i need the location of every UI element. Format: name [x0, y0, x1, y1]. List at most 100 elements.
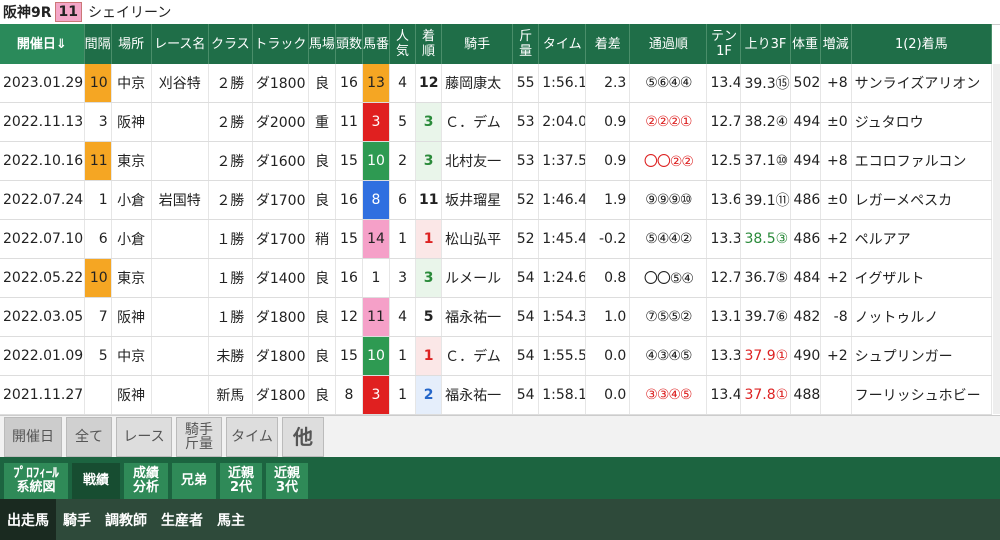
- cell-diff: +8: [820, 141, 852, 181]
- cell-jockey: 福永祐一: [441, 375, 514, 415]
- horse-tab[interactable]: 近親 2代: [220, 463, 262, 499]
- cell-umaban: 3: [362, 375, 391, 415]
- cell-interval: 1: [84, 180, 112, 220]
- nav-tab[interactable]: 生産者: [154, 499, 210, 540]
- column-header[interactable]: 頭数: [335, 24, 363, 64]
- cell-pass: ⑦⑤⑤②: [629, 297, 708, 337]
- cell-margin: 1.0: [585, 297, 631, 337]
- cell-margin: 2.3: [585, 64, 631, 103]
- cell-cls: １勝: [208, 297, 253, 337]
- horse-tab[interactable]: 兄弟: [172, 463, 216, 499]
- horse-name: シェイリーン: [88, 5, 172, 21]
- column-header[interactable]: 馬番: [362, 24, 391, 64]
- cell-winner: イグザルト: [851, 258, 993, 298]
- column-header[interactable]: 着差: [585, 24, 631, 64]
- cell-track: ダ1700: [252, 180, 309, 220]
- cell-baba: 良: [308, 258, 336, 298]
- horse-tab[interactable]: 成績 分析: [124, 463, 168, 499]
- column-header[interactable]: 斤量: [512, 24, 540, 64]
- column-header[interactable]: 場所: [111, 24, 152, 64]
- table-row[interactable]: 2022.07.24 1 小倉 岩国特 ２勝 ダ1700 良 16 8 6 11 坂井瑠星 52 1:46…: [0, 180, 993, 220]
- cell-race: [151, 219, 209, 259]
- cell-margin: 0.9: [585, 141, 631, 181]
- cell-baba: 良: [308, 375, 336, 415]
- cell-track: ダ1800: [252, 64, 309, 103]
- column-header[interactable]: 馬場: [308, 24, 336, 64]
- table-row[interactable]: 2022.05.22 10 東京 １勝 ダ1400 良 16 1 3 3 ルメール 54 1:24.6 0…: [0, 258, 993, 298]
- table-row[interactable]: 2023.01.29 10 中京 刈谷特 ２勝 ダ1800 良 16 13 4 12 藤岡康太 55 1:…: [0, 64, 993, 103]
- column-header[interactable]: クラス: [208, 24, 253, 64]
- cell-pop: 1: [389, 219, 417, 259]
- column-header[interactable]: 通過順: [629, 24, 708, 64]
- cell-heads: 16: [335, 258, 363, 298]
- table-row[interactable]: 2022.03.05 7 阪神 １勝 ダ1800 良 12 11 4 5 福永祐一 54 1:54.3 1…: [0, 297, 993, 337]
- cell-weight: 482: [790, 297, 821, 337]
- cell-diff: -8: [820, 297, 852, 337]
- cell-rank: 3: [415, 102, 443, 142]
- nav-tab[interactable]: 騎手: [56, 499, 98, 540]
- cell-date: 2022.03.05: [0, 297, 85, 337]
- table-row[interactable]: 2022.07.10 6 小倉 １勝 ダ1700 稍 15 14 1 1 松山弘平 52 1:45.4-…: [0, 219, 993, 259]
- cell-cls: １勝: [208, 258, 253, 298]
- cell-time: 1:58.1: [538, 375, 587, 415]
- cell-date: 2022.07.10: [0, 219, 85, 259]
- horse-tab[interactable]: ﾌﾟﾛﾌｨｰﾙ 系統図: [4, 463, 68, 499]
- cell-jockey: 福永祐一: [441, 297, 514, 337]
- cell-kin: 53: [512, 141, 540, 181]
- nav-tab[interactable]: 馬主: [210, 499, 252, 540]
- cell-date: 2022.10.16: [0, 141, 85, 181]
- table-scrollbar[interactable]: [993, 64, 1000, 414]
- cell-agari: 38.2④: [740, 102, 791, 142]
- cell-heads: 15: [335, 336, 363, 376]
- sort-all-button[interactable]: 全て: [66, 417, 112, 457]
- table-row[interactable]: 2022.11.13 3 阪神 ２勝 ダ2000 重 11 3 5 3 Ｃ．デム 53 2:04.0 0.…: [0, 102, 993, 142]
- cell-agari: 38.5③: [740, 219, 791, 259]
- horse-tab[interactable]: 近親 3代: [266, 463, 308, 499]
- table-row[interactable]: 2022.10.16 11 東京 ２勝 ダ1600 良 15 10 2 3 北村友一 53 1:37.5…: [0, 141, 993, 181]
- column-header[interactable]: 間隔: [84, 24, 112, 64]
- sort-other-button[interactable]: 他: [282, 417, 324, 457]
- column-header[interactable]: テン1F: [706, 24, 742, 64]
- column-header[interactable]: 人気: [389, 24, 417, 64]
- horse-tab[interactable]: 戦績: [72, 463, 120, 499]
- column-header[interactable]: タイム: [538, 24, 587, 64]
- table-row[interactable]: 2022.01.09 5 中京 未勝 ダ1800 良 15 10 1 1 Ｃ．デム 54 1:55.5 0…: [0, 336, 993, 376]
- cell-place: 中京: [111, 64, 152, 103]
- column-header[interactable]: 1(2)着馬: [851, 24, 993, 64]
- cell-track: ダ1400: [252, 258, 309, 298]
- sort-label: 開催日: [4, 417, 62, 457]
- cell-pop: 4: [389, 297, 417, 337]
- horse-info-tabs: ﾌﾟﾛﾌｨｰﾙ 系統図 戦績 成績 分析 兄弟 近親 2代 近親 3代: [0, 457, 1000, 499]
- cell-track: ダ1600: [252, 141, 309, 181]
- nav-tab[interactable]: 出走馬: [0, 499, 56, 540]
- sort-race-button[interactable]: レース: [116, 417, 172, 457]
- cell-rank: 11: [415, 180, 443, 220]
- sort-jockey-button[interactable]: 騎手 斤量: [176, 417, 222, 457]
- column-header[interactable]: トラック: [252, 24, 309, 64]
- cell-place: 東京: [111, 258, 152, 298]
- column-header[interactable]: 騎手: [441, 24, 514, 64]
- sort-time-button[interactable]: タイム: [226, 417, 278, 457]
- cell-date: 2022.11.13: [0, 102, 85, 142]
- cell-heads: 15: [335, 219, 363, 259]
- cell-interval: 10: [84, 258, 112, 298]
- column-header[interactable]: 増減: [820, 24, 852, 64]
- column-header[interactable]: レース名: [151, 24, 209, 64]
- cell-umaban: 1: [362, 258, 391, 298]
- column-header[interactable]: 開催日⇓: [0, 24, 85, 64]
- cell-pass: 〇〇⑤④: [629, 258, 708, 298]
- cell-time: 1:24.6: [538, 258, 587, 298]
- nav-tab[interactable]: 調教師: [98, 499, 154, 540]
- cell-ten: 12.5: [706, 141, 742, 181]
- cell-jockey: Ｃ．デム: [441, 102, 514, 142]
- cell-umaban: 3: [362, 102, 391, 142]
- column-header[interactable]: 着順: [415, 24, 443, 64]
- cell-rank: 5: [415, 297, 443, 337]
- cell-pass: ⑨⑨⑨⑩: [629, 180, 708, 220]
- cell-track: ダ1800: [252, 297, 309, 337]
- column-header[interactable]: 体重: [790, 24, 821, 64]
- table-row[interactable]: 2021.11.27 阪神 新馬 ダ1800 良 8 3 1 2 福永祐一 54 1:58.1 0.0 ③…: [0, 375, 993, 415]
- cell-kin: 53: [512, 102, 540, 142]
- cell-margin: 0.0: [585, 336, 631, 376]
- column-header[interactable]: 上り3F: [740, 24, 791, 64]
